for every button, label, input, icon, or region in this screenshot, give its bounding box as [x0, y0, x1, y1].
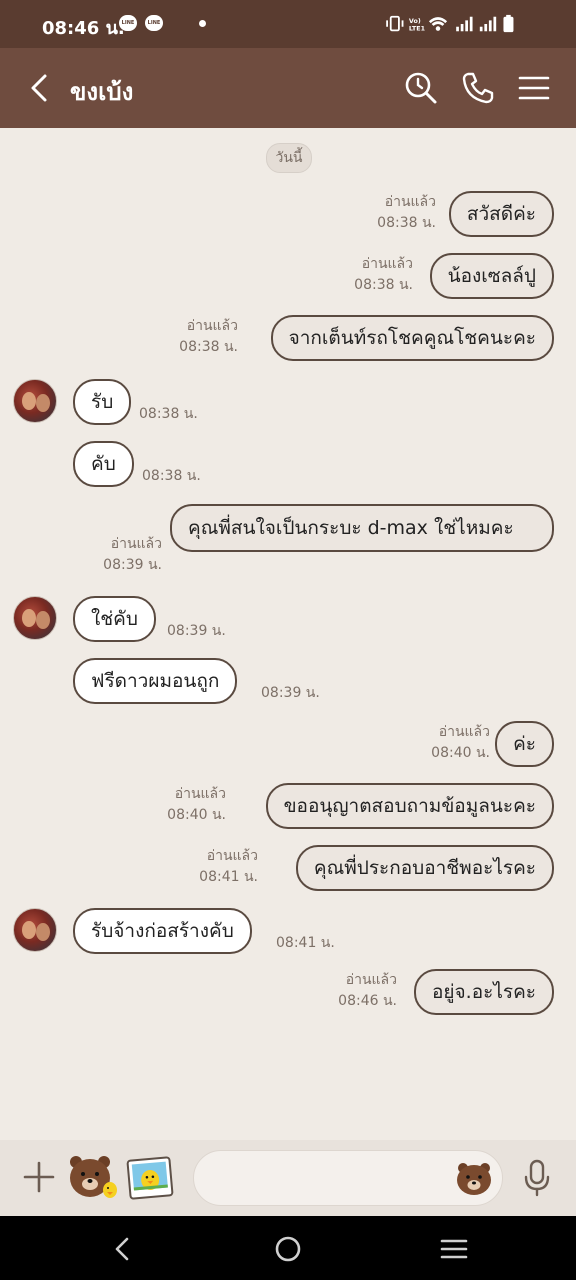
read-receipt: อ่านแล้ว — [438, 724, 490, 740]
chat-messages[interactable]: วันนี้ อ่านแล้ว 08:38 น. สวัสดีค่ะ อ่านแ… — [0, 128, 576, 1140]
message-time: 08:46 น. — [338, 993, 397, 1009]
read-receipt: อ่านแล้ว — [206, 848, 258, 864]
volte-icon: Vo) — [409, 18, 421, 25]
chat-title: ขงเบ้ง — [70, 78, 134, 106]
message-bubble-outgoing[interactable]: ขออนุญาตสอบถามข้อมูลนะคะ — [265, 783, 554, 829]
message-bubble-incoming[interactable]: ใช่คับ — [73, 596, 156, 642]
line-notification-icon: LINE — [145, 15, 163, 31]
nav-home-icon[interactable] — [273, 1234, 303, 1264]
message-bubble-outgoing[interactable]: จากเต็นท์รถโชคคูณโชคนะคะ — [270, 315, 554, 361]
microphone-icon[interactable] — [522, 1158, 552, 1198]
system-navigation-bar — [0, 1216, 576, 1280]
wifi-icon — [428, 17, 448, 31]
message-meta: อ่านแล้ว 08:40 น. — [431, 722, 490, 764]
signal-icon-2 — [479, 16, 497, 32]
read-receipt: อ่านแล้ว — [110, 536, 162, 552]
message-bubble-outgoing[interactable]: อยู่จ.อะไรคะ — [413, 969, 554, 1015]
message-meta: อ่านแล้ว 08:38 น. — [377, 192, 436, 234]
read-receipt: อ่านแล้ว — [384, 194, 436, 210]
message-meta: อ่านแล้ว 08:40 น. — [167, 784, 226, 826]
bear-sticker-icon[interactable] — [66, 1152, 118, 1202]
message-bubble-outgoing[interactable]: น้องเซลล์ปู — [429, 253, 554, 299]
plus-icon[interactable] — [22, 1160, 56, 1194]
message-input-bar — [0, 1140, 576, 1216]
message-time: 08:39 น. — [167, 623, 226, 639]
message-bubble-incoming[interactable]: คับ — [73, 441, 134, 487]
message-meta: อ่านแล้ว 08:41 น. — [199, 846, 258, 888]
search-history-icon[interactable] — [403, 70, 439, 106]
message-bubble-outgoing[interactable]: ค่ะ — [495, 721, 554, 767]
svg-text:LTE1: LTE1 — [409, 25, 425, 32]
status-icons: Vo) LTE1 — [386, 14, 514, 33]
read-receipt: อ่านแล้ว — [174, 786, 226, 802]
nav-recents-icon[interactable] — [439, 1234, 469, 1264]
message-time: 08:38 น. — [377, 215, 436, 231]
message-bubble-incoming[interactable]: ฟรีดาวผมอนถูก — [73, 658, 238, 704]
vibrate-icon — [386, 15, 404, 32]
message-time: 08:38 น. — [179, 339, 238, 355]
photo-icon[interactable] — [126, 1156, 174, 1200]
signal-icon-1 — [456, 16, 473, 32]
date-chip: วันนี้ — [266, 143, 312, 173]
hamburger-menu-icon[interactable] — [516, 70, 552, 106]
message-meta: อ่านแล้ว 08:38 น. — [179, 316, 238, 358]
battery-icon — [503, 14, 514, 33]
message-bubble-outgoing[interactable]: สวัสดีค่ะ — [448, 191, 554, 237]
read-receipt: อ่านแล้ว — [361, 256, 413, 272]
message-meta: อ่านแล้ว 08:38 น. — [354, 254, 413, 296]
avatar[interactable] — [13, 908, 57, 952]
chat-header: ขงเบ้ง — [0, 48, 576, 128]
message-time: 08:40 น. — [167, 807, 226, 823]
message-time: 08:38 น. — [139, 406, 198, 422]
nav-back-icon[interactable] — [108, 1234, 138, 1264]
message-bubble-outgoing[interactable]: คุณพี่สนใจเป็นกระบะ d-max ใช่ไหมคะ — [170, 504, 554, 552]
line-notification-icon: LINE — [119, 15, 137, 31]
message-bubble-incoming[interactable]: รับ — [73, 379, 132, 425]
read-receipt: อ่านแล้ว — [186, 318, 238, 334]
message-time: 08:41 น. — [276, 935, 335, 951]
message-time: 08:40 น. — [431, 745, 490, 761]
message-time: 08:39 น. — [103, 557, 162, 573]
message-time: 08:41 น. — [199, 869, 258, 885]
avatar[interactable] — [13, 596, 57, 640]
notification-dot-icon — [199, 20, 206, 27]
message-meta: อ่านแล้ว 08:46 น. — [338, 970, 397, 1012]
chevron-left-icon[interactable] — [24, 70, 56, 106]
phone-icon[interactable] — [460, 70, 496, 106]
status-bar: 08:46 น. LINE LINE Vo) LTE1 — [0, 0, 576, 48]
message-time: 08:38 น. — [142, 468, 201, 484]
status-time: 08:46 น. — [42, 18, 125, 39]
message-meta: อ่านแล้ว 08:39 น. — [103, 534, 162, 576]
message-time: 08:38 น. — [354, 277, 413, 293]
message-time: 08:39 น. — [261, 685, 320, 701]
message-bubble-outgoing[interactable]: คุณพี่ประกอบอาชีพอะไรคะ — [295, 845, 554, 891]
read-receipt: อ่านแล้ว — [345, 972, 397, 988]
bear-emoji-icon[interactable] — [455, 1160, 493, 1196]
avatar[interactable] — [13, 379, 57, 423]
message-bubble-incoming[interactable]: รับจ้างก่อสร้างคับ — [73, 908, 252, 954]
